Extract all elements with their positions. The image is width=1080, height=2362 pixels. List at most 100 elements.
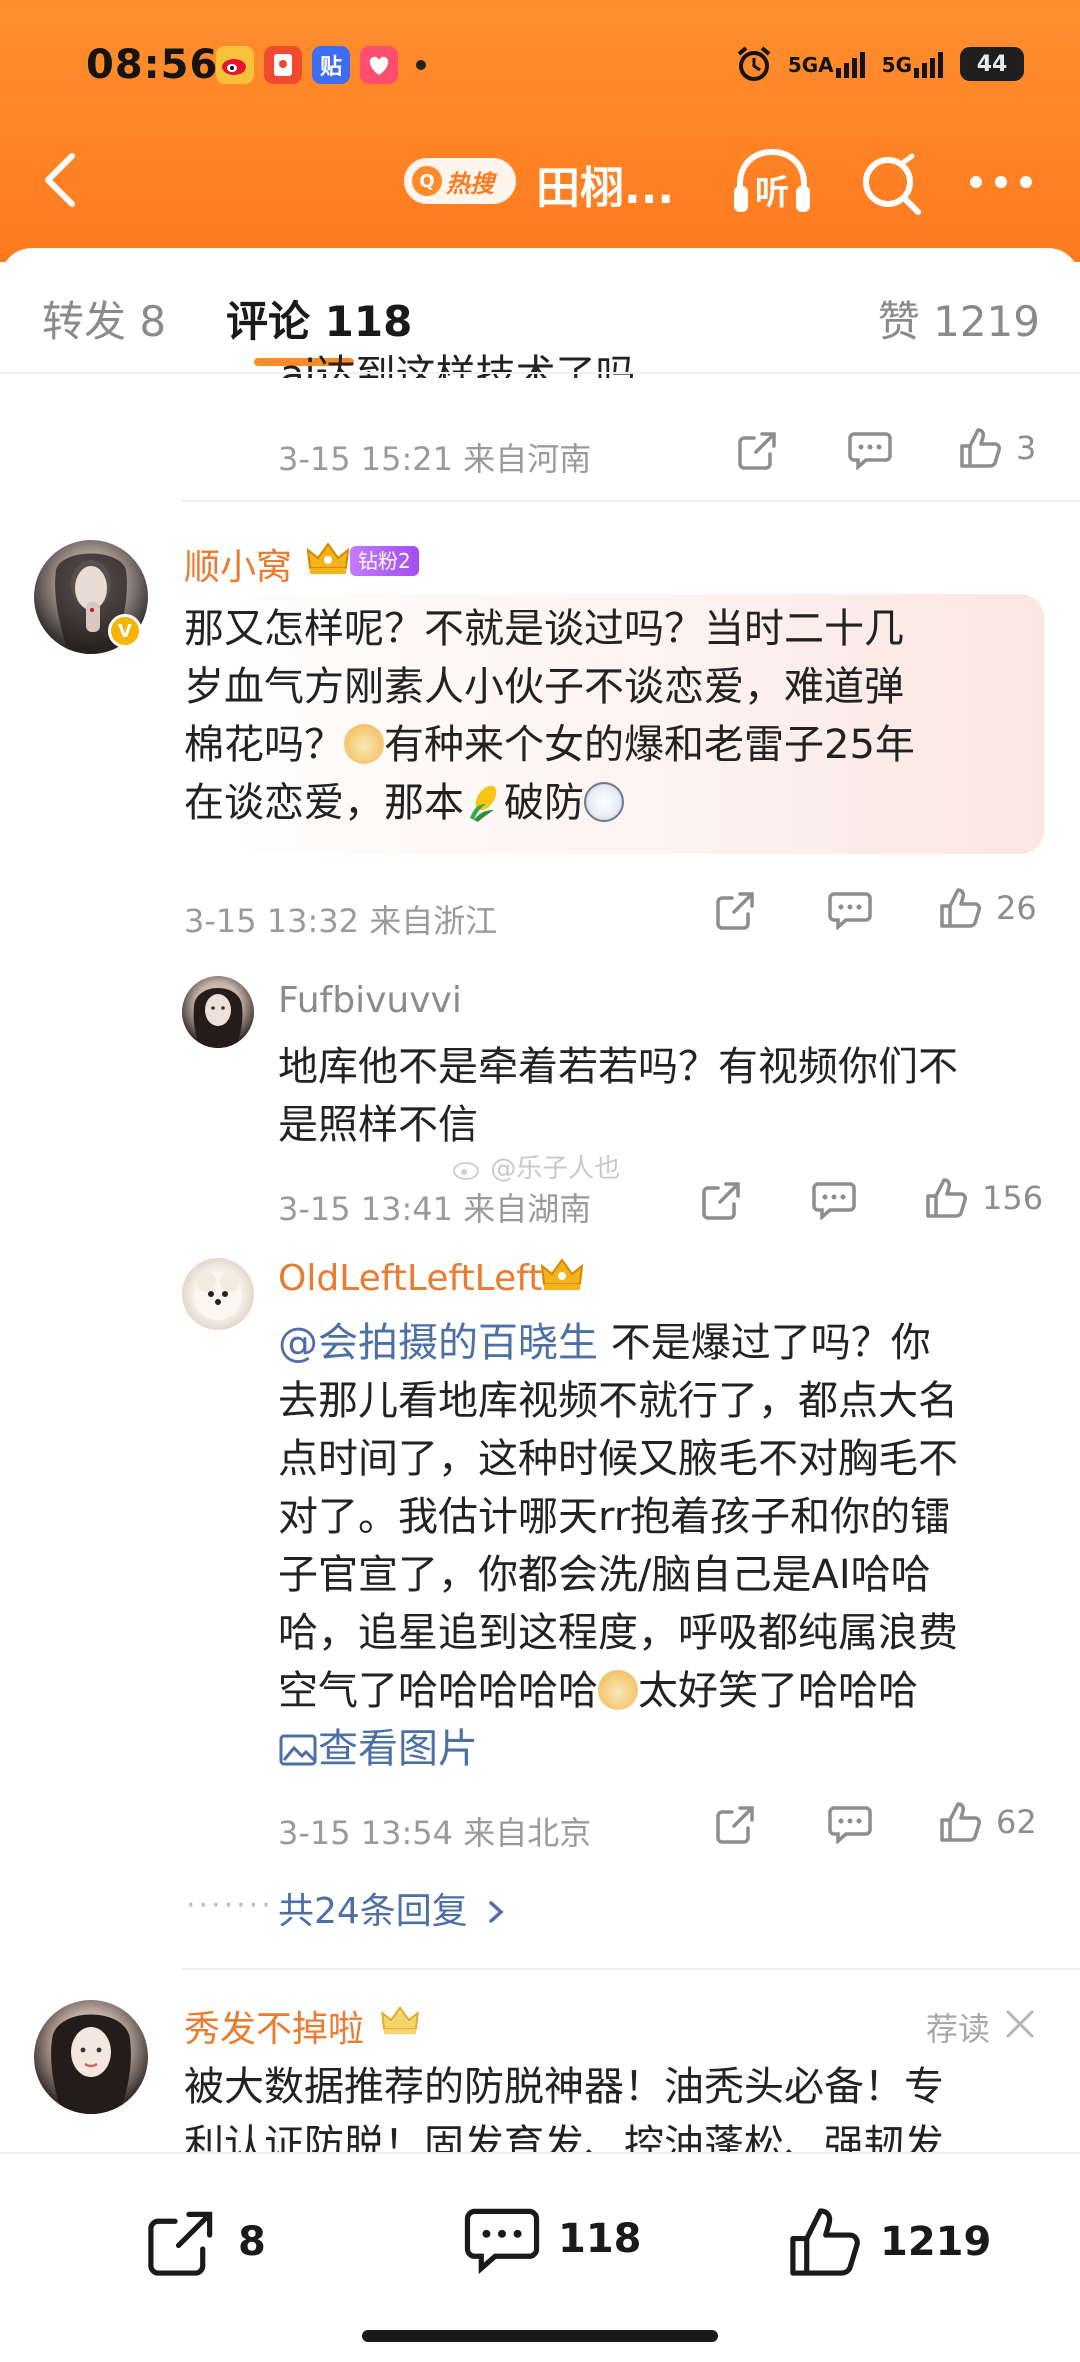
tab-like[interactable]: 赞 1219 (878, 288, 1040, 349)
comment-text-line: 岁血气方刚素人小伙子不谈恋爱，难道弹 (184, 664, 904, 710)
close-icon[interactable] (1004, 2008, 1036, 2040)
like-button[interactable]: 62 (938, 1800, 1037, 1844)
bottom-action-bar: 8 118 1219 (0, 2152, 1080, 2362)
reply-text-line: 是照样不信 (278, 1102, 478, 1148)
crown-icon (381, 2006, 419, 2035)
crown-icon (540, 1258, 584, 1290)
comment-count: 118 (558, 2216, 642, 2262)
thumbs-up-icon (790, 2208, 860, 2276)
view-image-label: 查看图片 (318, 1726, 478, 1772)
reply-text-segment: 太好笑了哈哈哈 (638, 1668, 918, 1714)
reply-text-line: 哈，追星追到这程度，呼吸都纯属浪费 (278, 1610, 958, 1656)
reply-text-line: @会拍摄的百晓生 不是爆过了吗？你 (278, 1314, 958, 1372)
reply-username[interactable]: Fufbivuvvi (278, 980, 462, 1021)
ad-username[interactable]: 秀发不掉啦 (184, 2000, 364, 2052)
image-icon (279, 1734, 317, 1766)
reply-username[interactable]: OldLeftLeftLeft (278, 1258, 542, 1299)
thumbs-up-icon (940, 888, 981, 928)
comment-text-segment: 在谈恋爱，那本 (184, 780, 464, 826)
hongbao-app-icon (264, 46, 302, 84)
mention-link[interactable]: @会拍摄的百晓生 (278, 1320, 598, 1366)
reply-text-line: 空气了哈哈哈哈哈 太好笑了哈哈哈 (278, 1662, 958, 1720)
signal-5g-icon: 5G (882, 50, 946, 78)
recommend-tag: 荐读 (926, 2010, 991, 2048)
repost-button[interactable]: 8 (144, 2204, 266, 2280)
reply-meta: 3-15 13:54 来自北京 (278, 1814, 592, 1852)
share-icon (702, 1182, 740, 1220)
ad-text: 被大数据推荐的防脱神器！油秃头必备！专 利认证防脱！固发育发、控油蓬松、强韧发 (184, 2058, 944, 2162)
comment-username[interactable]: 顺小窝 (184, 538, 292, 590)
share-button[interactable] (736, 428, 780, 472)
like-button[interactable]: 1219 (786, 2204, 991, 2280)
status-right: 5GA 5G 44 (734, 44, 1024, 84)
like-button[interactable]: 26 (938, 886, 1037, 930)
search-icon[interactable] (858, 152, 924, 218)
page-title[interactable]: 田栩... (536, 152, 674, 216)
like-count: 156 (982, 1179, 1044, 1217)
ad-text-line: 被大数据推荐的防脱神器！油秃头必备！专 (184, 2064, 944, 2110)
share-button[interactable] (714, 888, 758, 932)
comment-button[interactable] (828, 1804, 872, 1844)
share-icon (148, 2211, 213, 2276)
tab-comment[interactable]: 评论 118 (226, 288, 412, 349)
hot-search-badge[interactable]: Q 热搜 (404, 158, 516, 204)
comment-icon (848, 432, 892, 470)
tab-repost[interactable]: 转发 8 (42, 288, 166, 349)
avatar[interactable] (182, 976, 254, 1048)
battery-indicator: 44 (960, 47, 1024, 81)
avatar[interactable] (182, 1258, 254, 1330)
reply-text-line: 对了。我估计哪天rr抱着孩子和你的镭 (278, 1494, 951, 1540)
divider (182, 500, 1080, 502)
watermark: @乐子人也 (452, 1148, 620, 1185)
verified-badge-icon: V (108, 614, 142, 648)
comment-text-line: 棉花吗？ 有种来个女的爆和老雷子25年 (184, 716, 915, 774)
avatar[interactable] (34, 2000, 148, 2114)
signal-5ga-icon: 5GA (788, 50, 868, 78)
view-image-link[interactable]: 查看图片 (278, 1720, 958, 1778)
home-indicator[interactable] (362, 2330, 718, 2342)
share-icon (716, 1806, 754, 1844)
view-more-replies-link[interactable]: 共24条回复 (278, 1882, 507, 1934)
share-icon (738, 432, 776, 470)
comment-icon (464, 2208, 540, 2274)
reply-text-line: 地库他不是牵着若若吗？有视频你们不 (278, 1044, 958, 1090)
doge-emoji-icon (344, 724, 384, 764)
comment-icon (812, 1182, 856, 1220)
comment-button[interactable] (828, 890, 872, 930)
thumbs-up-icon (940, 1802, 981, 1842)
comment-text-line: 在谈恋爱，那本 破防 (184, 774, 915, 832)
alarm-icon (737, 46, 771, 81)
reply-text-line: 点时间了，这种时候又腋毛不对胸毛不 (278, 1436, 958, 1482)
reply-thread-dots: ······· (186, 1888, 274, 1923)
reply-text-line: 子官宣了，你都会洗/脑自己是AI哈哈 (278, 1552, 931, 1598)
comment-icon (828, 892, 872, 930)
share-button[interactable] (714, 1802, 758, 1846)
comment-text-segment: 有种来个女的爆和老雷子25年 (384, 722, 915, 768)
top-header: 08:56 贴 5GA 5G 44 Q 热搜 田栩... 听 (0, 0, 1080, 262)
like-button[interactable]: 156 (924, 1176, 1043, 1220)
search-icon: Q (412, 166, 442, 196)
more-replies-label: 共24条回复 (278, 1891, 468, 1932)
like-count: 1219 (880, 2219, 992, 2265)
back-arrow-icon[interactable] (40, 150, 80, 210)
more-options-icon[interactable] (966, 170, 1036, 194)
comment-panel: 转发 8 评论 118 赞 1219 ai达到这样技术了吗 3-15 15:21… (0, 248, 1080, 2362)
comment-icon (828, 1806, 872, 1844)
listen-headphones-icon[interactable]: 听 (730, 146, 814, 218)
chevron-right-icon (489, 1901, 504, 1923)
comment-button[interactable] (812, 1180, 856, 1220)
notification-icons: 贴 (216, 46, 426, 84)
fan-level-badge: 钻粉2 (350, 546, 419, 576)
comment-button[interactable]: 118 (464, 2204, 642, 2274)
comment-button[interactable] (848, 430, 892, 470)
like-count: 26 (996, 889, 1037, 927)
thumbs-up-icon (926, 1178, 967, 1218)
status-time: 08:56 (86, 42, 219, 88)
like-button[interactable]: 3 (958, 426, 1036, 470)
weibo-watermark-icon (453, 1162, 479, 1180)
doge-emoji-icon (598, 1670, 638, 1710)
like-count: 62 (996, 1803, 1037, 1841)
share-button[interactable] (700, 1178, 744, 1222)
crying-emoji-icon (584, 782, 624, 822)
comment-text-line: 那又怎样呢？不就是谈过吗？当时二十几 (184, 606, 904, 652)
